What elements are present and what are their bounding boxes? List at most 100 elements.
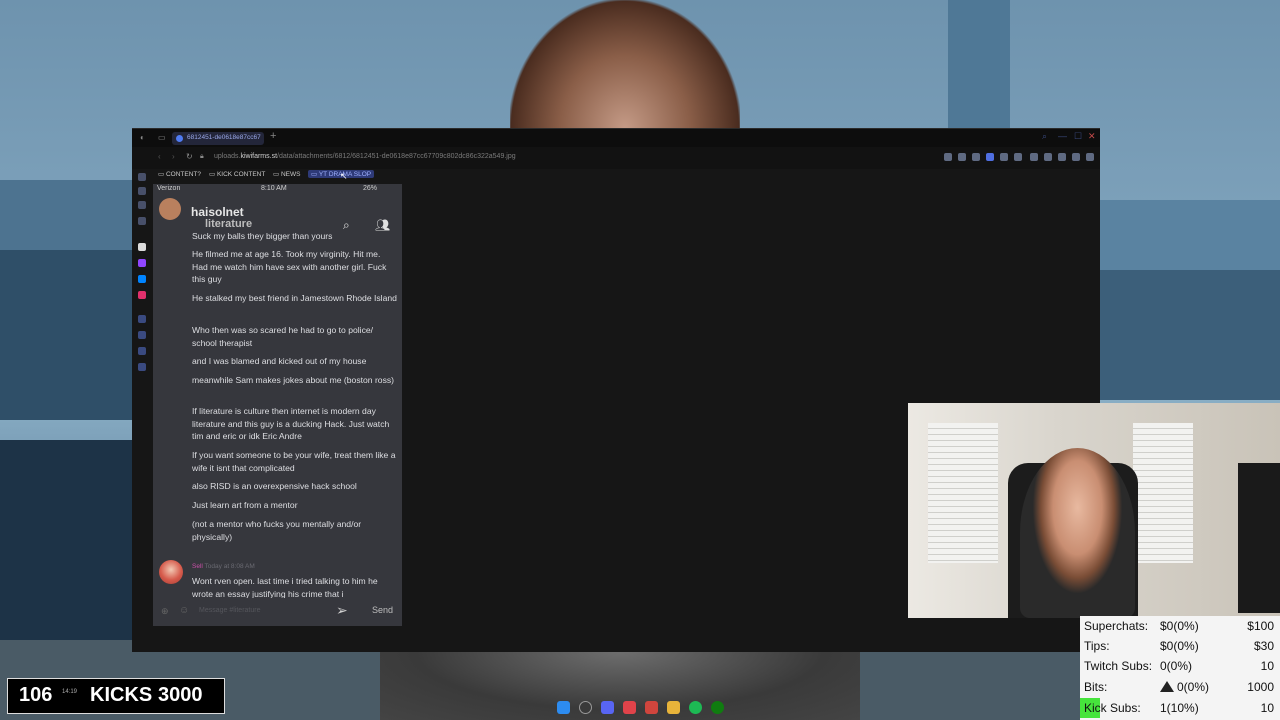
- sidebar-clock-icon[interactable]: [138, 315, 146, 323]
- sidebar-panel-icon[interactable]: [138, 173, 146, 181]
- url-prefix: uploads.: [214, 153, 241, 160]
- reply-message: Wont rven open. last time i tried talkin…: [192, 576, 378, 599]
- status-time: 8:10 AM: [261, 185, 287, 192]
- sidebar-history-icon[interactable]: [138, 201, 146, 209]
- speaker-icon[interactable]: [1030, 153, 1038, 161]
- message-3: He stalked my best friend in Jamestown R…: [192, 293, 397, 303]
- discord-icon[interactable]: [601, 701, 614, 714]
- wallet-icon[interactable]: [1058, 153, 1066, 161]
- status-carrier: Verizon: [157, 185, 181, 192]
- address-bar[interactable]: uploads.kiwifarms.st/data/attachments/68…: [214, 153, 516, 160]
- discord-header: haisolnet literature ⌕ 👥︎: [153, 198, 402, 234]
- kick-counter: 106 14:19 KICKS 3000: [7, 678, 225, 714]
- stat-goal: 10: [1260, 659, 1274, 673]
- instagram-icon[interactable]: [138, 291, 146, 299]
- xbox-icon[interactable]: [711, 701, 724, 714]
- stat-goal: 1000: [1247, 680, 1274, 694]
- tower-building: [948, 0, 1010, 140]
- send-label: Send: [372, 605, 394, 615]
- kick-timer: 14:19: [62, 689, 78, 695]
- minimize-icon[interactable]: —: [1058, 131, 1067, 141]
- sidebar-history-2-icon[interactable]: [138, 331, 146, 339]
- kick-goal: 3000: [158, 684, 203, 706]
- stat-row-superchats: Superchats: $0(0%) $100: [1080, 616, 1280, 636]
- play-icon[interactable]: [1000, 153, 1008, 161]
- shield-icon[interactable]: [986, 153, 994, 161]
- stat-current: 0(0%): [1177, 680, 1210, 694]
- browser-sidebar: [136, 169, 148, 639]
- reload-icon[interactable]: ↻: [186, 152, 193, 161]
- workspace-icon[interactable]: ◐: [140, 133, 145, 142]
- stat-current: $0(0%): [1160, 619, 1199, 633]
- taskbar-app-icon[interactable]: [623, 701, 636, 714]
- stat-label: Bits:: [1084, 680, 1108, 694]
- send-arrow-icon: ➢: [336, 602, 348, 618]
- sidebar-settings-icon[interactable]: [138, 363, 146, 371]
- tab-title: 6812451-de0618e87cc67: [187, 134, 261, 141]
- sidebar-notes-icon[interactable]: [138, 217, 146, 225]
- new-tab-button[interactable]: +: [270, 130, 276, 142]
- messenger-icon[interactable]: [138, 275, 146, 283]
- status-battery: 26%: [363, 185, 378, 192]
- stat-goal: $100: [1247, 619, 1274, 633]
- forward-icon[interactable]: ›: [172, 152, 175, 161]
- discord-screenshot-image: Verizon 8:10 AM 26% haisolnet literature…: [153, 184, 402, 626]
- streamer: [1020, 448, 1135, 618]
- chrome-icon[interactable]: [645, 701, 658, 714]
- bookmarks-bar: ▭ CONTENT? ▭ KICK CONTENT ▭ NEWS ▭ YT DR…: [132, 169, 1100, 181]
- heart-icon[interactable]: [1014, 153, 1022, 161]
- screenshot-icon[interactable]: [972, 153, 980, 161]
- download-icon[interactable]: [1072, 153, 1080, 161]
- stat-label: Twitch Subs:: [1084, 659, 1153, 673]
- taskbar: [550, 698, 740, 718]
- window-blind-right: [1133, 423, 1193, 563]
- search-icon[interactable]: ⌕: [1042, 131, 1047, 142]
- message-10: Just learn art from a mentor: [192, 500, 298, 510]
- sidebar-bookmarks-icon[interactable]: [138, 187, 146, 195]
- extensions-icon[interactable]: [1044, 153, 1052, 161]
- lock-icon: 🔒︎: [200, 153, 204, 160]
- reply-name: Sell: [192, 563, 203, 570]
- browser-tab[interactable]: 6812451-de0618e87cc67: [172, 132, 264, 145]
- discord-username: haisolnet: [191, 205, 244, 219]
- stat-goal: $30: [1253, 639, 1274, 653]
- close-icon[interactable]: ✕: [1088, 131, 1096, 142]
- stat-current: 0(0%): [1160, 659, 1193, 673]
- bookmark-icon[interactable]: [958, 153, 966, 161]
- message-5: and I was blamed and kicked out of my ho…: [192, 356, 367, 366]
- bookmark-kick-content[interactable]: ▭ KICK CONTENT: [209, 170, 265, 178]
- blurred-face-overlay: [510, 0, 740, 128]
- url-host: kiwifarms.st: [240, 153, 278, 160]
- spotify-icon[interactable]: [689, 701, 702, 714]
- search-icon[interactable]: [579, 701, 592, 714]
- stat-current: 1(10%): [1160, 701, 1199, 715]
- sidebar-app-icon[interactable]: [138, 243, 146, 251]
- sidebar-add-icon[interactable]: [138, 347, 146, 355]
- kick-count: 106: [19, 684, 53, 706]
- menu-icon[interactable]: [1086, 153, 1094, 161]
- stat-row-kick-subs: Kick Subs: 1(10%) 10: [1080, 698, 1280, 718]
- windows-start-icon[interactable]: [557, 701, 570, 714]
- tab-favicon: [176, 135, 183, 142]
- stat-goal: 10: [1260, 701, 1274, 715]
- stat-current-wrap: 0(0%): [1160, 680, 1209, 694]
- stat-label: Superchats:: [1084, 619, 1149, 633]
- phone-status-bar: Verizon 8:10 AM 26%: [153, 184, 402, 194]
- twitch-icon[interactable]: [138, 259, 146, 267]
- tabs-icon[interactable]: ▭: [158, 133, 166, 142]
- file-explorer-icon[interactable]: [667, 701, 680, 714]
- zoom-icon[interactable]: [944, 153, 952, 161]
- maximize-icon[interactable]: ☐: [1074, 131, 1082, 142]
- message-1: Suck my balls they bigger than yours: [192, 231, 333, 241]
- bookmark-content[interactable]: ▭ CONTENT?: [158, 170, 201, 178]
- reply-meta: Sell Today at 8:08 AM: [192, 563, 255, 570]
- message-input: Message #literature: [199, 607, 261, 614]
- message-7: If literature is culture then internet i…: [192, 406, 390, 442]
- building-right-2: [1100, 270, 1280, 400]
- message-6: meanwhile Sam makes jokes about me (bost…: [192, 375, 395, 385]
- message-2: He filmed me at age 16. Took my virginit…: [192, 249, 387, 285]
- channel-name: literature: [205, 218, 253, 230]
- bookmark-news[interactable]: ▭ NEWS: [273, 170, 300, 178]
- back-icon[interactable]: ‹: [158, 152, 161, 161]
- stat-label: Kick Subs:: [1084, 701, 1141, 715]
